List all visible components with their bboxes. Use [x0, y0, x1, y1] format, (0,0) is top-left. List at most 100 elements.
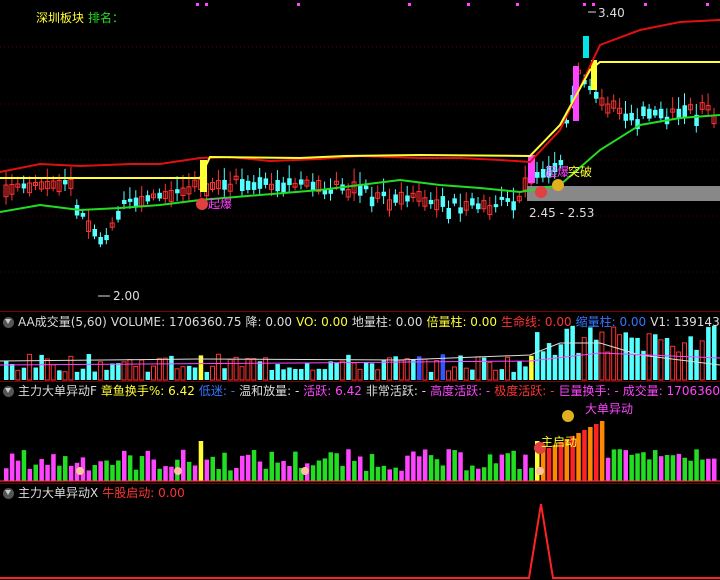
volume-bar [635, 337, 640, 380]
volume-bar [446, 370, 451, 381]
main-force-x-name[interactable]: 主力大单异动X [18, 484, 98, 502]
volume-value: VOLUME: 1706360.75 [110, 315, 242, 329]
volume-bar [210, 365, 215, 381]
collapse-toggle-icon[interactable] [3, 385, 14, 397]
candle-body [104, 235, 109, 241]
activity-bar [635, 453, 640, 481]
main-force-f-name[interactable]: 主力大单异动F [18, 382, 97, 400]
volume-bar [463, 367, 469, 381]
volume-bar [86, 354, 92, 380]
volume-bar [576, 352, 581, 380]
volume-bar [570, 325, 575, 380]
volume-bar [670, 345, 676, 381]
main-force-f-panel[interactable]: 主力大单异动F 章鱼换手%: 6.42 低迷: - 温和放量: - 活跃: 6.… [0, 382, 720, 482]
volume-bar [458, 355, 463, 380]
volume-bar [133, 366, 139, 381]
volume-bar [581, 337, 587, 381]
activity-bar [281, 460, 286, 481]
activity-bar [493, 463, 499, 481]
candle-body [369, 196, 375, 207]
volume-bar [357, 368, 363, 381]
candle-body [275, 180, 280, 192]
activity-bar [86, 470, 92, 481]
activity-bar [263, 468, 269, 481]
volume-bar [215, 353, 221, 381]
volume-bar [475, 356, 481, 381]
hand-pointer-icon [174, 467, 182, 475]
volume-panel[interactable]: AA成交量(5,60) VOLUME: 1706360.75 降: 0.00 V… [0, 313, 720, 381]
cyan-candle [583, 36, 589, 58]
activity-bar [676, 453, 682, 481]
activity-bar [9, 453, 15, 481]
activity-bar [712, 458, 717, 481]
high-price-marker: 3.40 [598, 6, 625, 20]
activity-bar [540, 451, 546, 481]
extreme-active-value: 极度活跃: - [494, 384, 555, 398]
volume-bar [546, 343, 552, 380]
volume-bar [299, 368, 304, 380]
volume-bar [599, 331, 605, 381]
candle-body [405, 195, 410, 202]
board-title: 深圳板块 [36, 11, 85, 25]
activity-bar [487, 454, 493, 481]
volume-bar [50, 364, 56, 381]
collapse-toggle-icon[interactable] [3, 487, 14, 499]
volume-bar [369, 363, 375, 380]
candle-body [647, 108, 652, 119]
collapse-toggle-icon[interactable] [3, 316, 14, 328]
activity-bar [257, 461, 263, 481]
ground-bar-value: 地量柱: 0.00 [351, 315, 423, 329]
candle-body [127, 198, 133, 202]
volume-bar [706, 327, 711, 380]
top-marker [516, 3, 519, 6]
candle-body [623, 113, 628, 121]
activity-bar [505, 453, 510, 481]
volume-bar [110, 363, 115, 380]
activity-bar [647, 459, 652, 481]
hand-pointer-icon [76, 467, 84, 475]
volume-bar [116, 363, 121, 380]
main-chart-panel[interactable]: 深圳板块 排名： 3.40 2.00 2.45 - 2.53 起爆 起爆 突破 [0, 0, 720, 310]
double-bar-value: 倍量柱: 0.00 [426, 315, 498, 329]
volume-panel-header: AA成交量(5,60) VOLUME: 1706360.75 降: 0.00 V… [0, 313, 720, 331]
volume-bar [257, 361, 263, 380]
top-marker [644, 3, 647, 6]
activity-bar [139, 456, 145, 481]
volume-bar [275, 364, 280, 380]
main-force-x-panel[interactable]: 主力大单异动X 牛股启动: 0.00 [0, 484, 720, 580]
activity-bar [186, 461, 192, 481]
activity-bar [245, 454, 251, 481]
activity-bar [664, 454, 670, 481]
activity-bar [210, 456, 215, 481]
activity-bar [104, 460, 109, 481]
candle-body [263, 178, 269, 185]
volume-bar [316, 368, 322, 380]
very-active-value: 非常活跃: - [365, 384, 427, 398]
candle-body [63, 180, 68, 185]
candle-body [476, 203, 481, 210]
candle-body [452, 198, 457, 204]
activity-bar [322, 458, 328, 481]
volume-bar [470, 369, 475, 380]
volume-bar [293, 369, 298, 380]
candle-body [629, 112, 634, 121]
top-marker [196, 3, 199, 6]
volume-bar [27, 353, 33, 381]
candle-body [245, 180, 251, 190]
candle-body [145, 195, 151, 202]
candlestick-chart[interactable] [0, 0, 720, 310]
candle-body [393, 194, 398, 203]
volume-bar [712, 325, 717, 380]
activity-bar [452, 450, 457, 481]
activity-bar [399, 470, 404, 481]
volume-indicator-name[interactable]: AA成交量(5,60) [18, 313, 107, 331]
volume-bar [529, 355, 534, 380]
activity-bar [157, 468, 162, 481]
panel-divider [0, 311, 720, 312]
candle-body [222, 179, 227, 190]
activity-bar [546, 448, 552, 481]
volume-bar [245, 357, 251, 381]
candle-body [175, 189, 180, 194]
top-marker [592, 3, 595, 6]
volume-bar [487, 361, 493, 381]
